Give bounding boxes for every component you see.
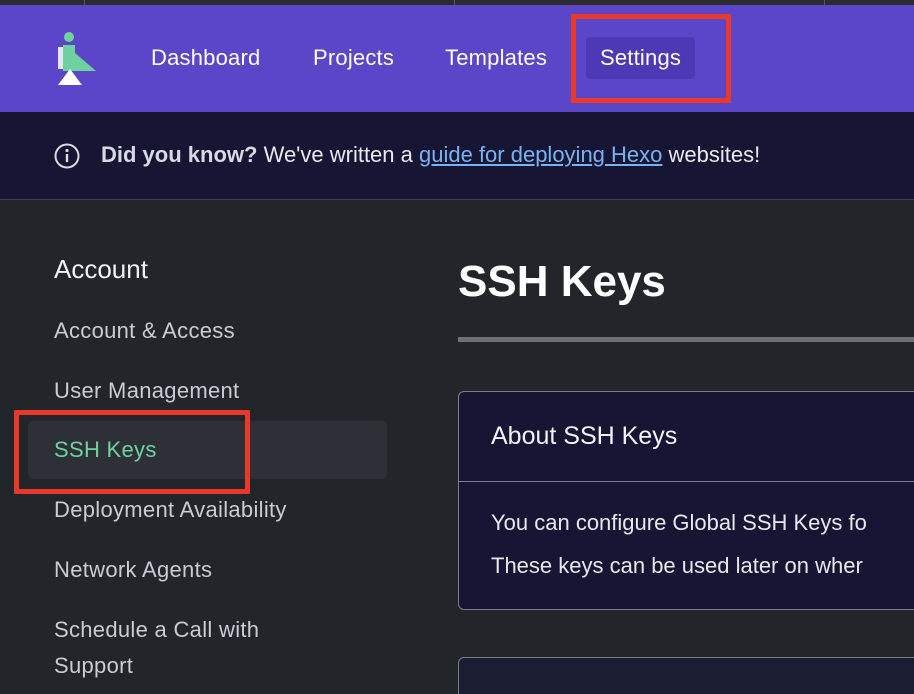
card-text-line-1: You can configure Global SSH Keys fo [491,510,867,535]
sidebar-item-schedule-call[interactable]: Schedule a Call with [54,612,259,648]
card-title: About SSH Keys [491,422,678,450]
settings-highlight-box [571,14,731,103]
sidebar-item-network-agents[interactable]: Network Agents [54,552,212,588]
sidebar-item-schedule-call-line2[interactable]: Support [54,648,133,684]
top-navbar: Dashboard Projects Templates Settings [0,5,914,112]
nav-templates[interactable]: Templates [431,37,561,79]
sidebar-item-deployment-availability[interactable]: Deployment Availability [54,492,287,528]
card-text-line-2: These keys can be used later on wher [491,553,863,578]
page-title: SSH Keys [458,257,666,306]
about-ssh-keys-card: About SSH Keys You can configure Global … [458,391,914,610]
banner-bold: Did you know? [101,142,258,167]
banner-message: Did you know? We've written a guide for … [101,142,760,168]
second-card [458,657,914,694]
info-icon [54,143,80,169]
ssh-keys-highlight-box [14,410,250,494]
nav-dashboard[interactable]: Dashboard [137,37,274,79]
sidebar-item-user-management[interactable]: User Management [54,373,239,409]
card-header: About SSH Keys [459,392,914,482]
banner-text-before: We've written a [263,142,413,167]
nav-projects[interactable]: Projects [299,37,408,79]
banner-text-after: websites! [668,142,761,167]
logo-icon[interactable] [54,31,98,85]
info-banner: Did you know? We've written a guide for … [0,112,914,200]
main-content: SSH Keys About SSH Keys You can configur… [458,201,914,694]
banner-guide-link[interactable]: guide for deploying Hexo [419,142,662,167]
sidebar-heading: Account [54,254,148,284]
sidebar-item-account-access[interactable]: Account & Access [54,313,235,349]
title-divider [458,337,914,342]
